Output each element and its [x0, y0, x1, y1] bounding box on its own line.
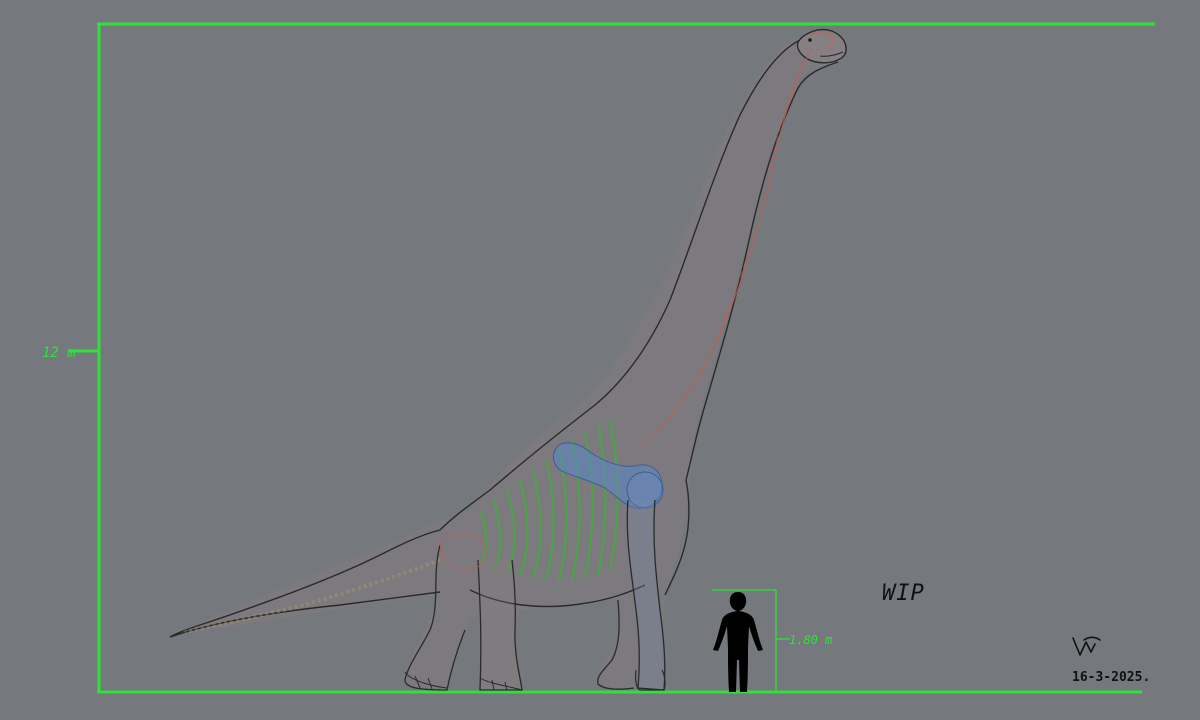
sauropod-sketch — [169, 28, 847, 691]
human-silhouette — [713, 592, 763, 692]
human-height-label: 1.80 m — [789, 633, 832, 647]
signature-stroke — [1072, 636, 1101, 656]
total-height-label: 12 m — [42, 345, 76, 361]
artist-signature-icon — [1072, 636, 1101, 656]
drawing-canvas: 12 m 1.80 m WIP 16-3-2025. — [42, 22, 1155, 694]
head-outline — [796, 28, 847, 64]
eye — [808, 38, 812, 42]
wip-label: WIP — [882, 581, 925, 606]
date-label: 16-3-2025. — [1072, 670, 1150, 685]
human-scale-figure: 1.80 m — [712, 589, 832, 692]
